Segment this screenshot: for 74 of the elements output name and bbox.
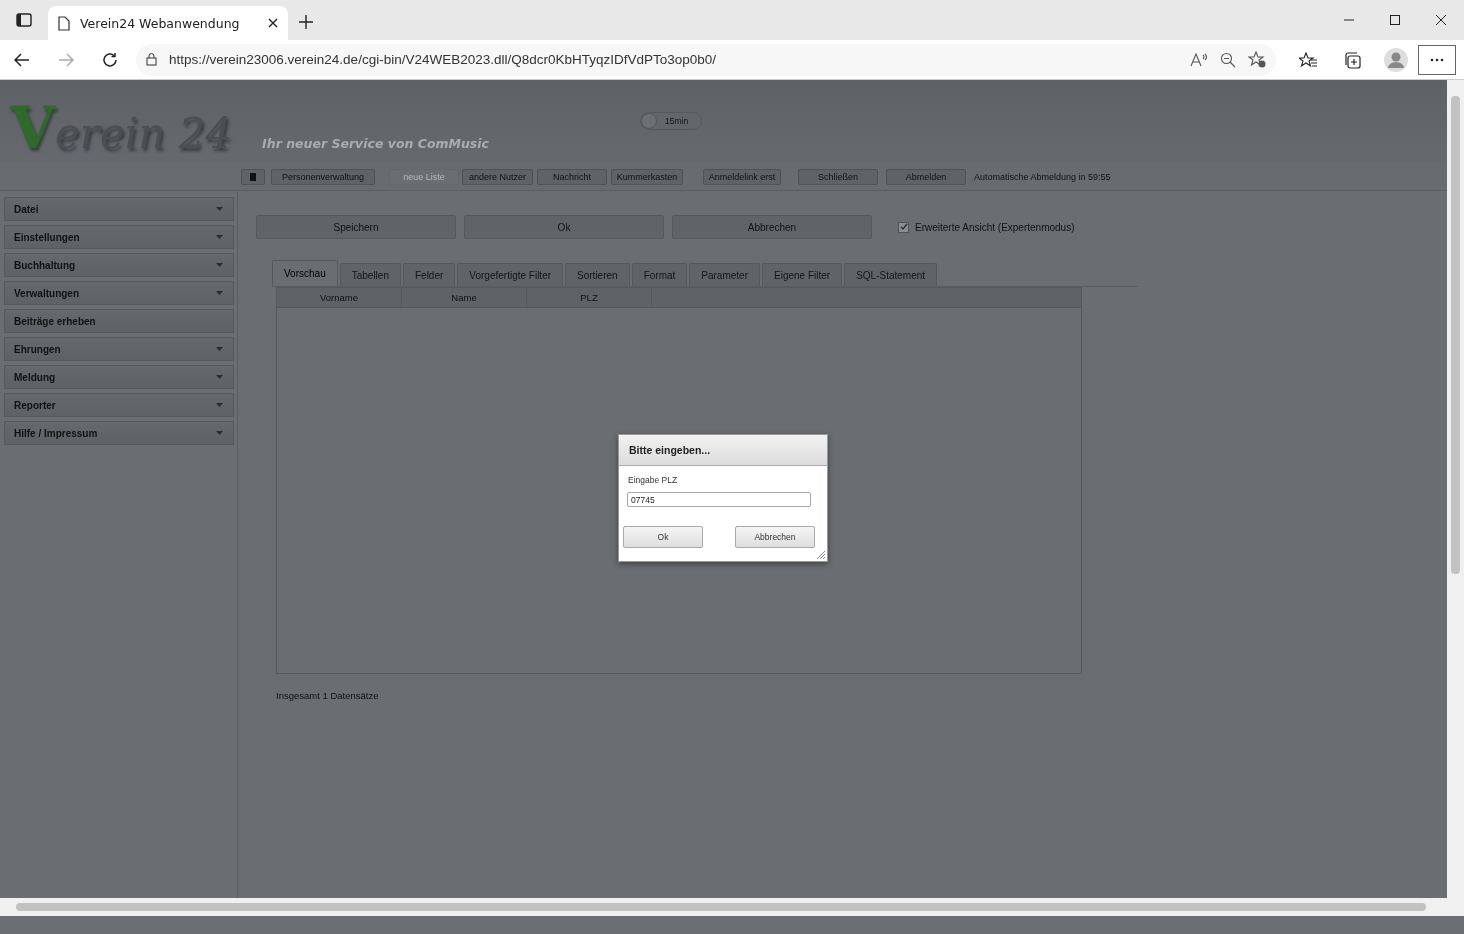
toolbar-button[interactable]: Abmelden <box>886 168 966 185</box>
collections-icon[interactable] <box>1343 50 1361 69</box>
caret-icon <box>216 403 223 407</box>
more-icon <box>1430 57 1444 62</box>
url-text: https://verein23006.verein24.de/cgi-bin/V24WEB2023.dll/Q8dcr0KbHTyqzIDfVdPTo3op0b0/ <box>169 52 718 67</box>
checkbox[interactable] <box>898 221 909 233</box>
lock-icon[interactable] <box>146 53 157 66</box>
input-field[interactable]: 07745 <box>627 492 811 507</box>
sidebar-item[interactable]: Datei <box>4 197 234 221</box>
sidebar-item[interactable]: Einstellungen <box>4 225 234 249</box>
toolbar-button[interactable]: Nachricht <box>537 168 607 185</box>
browser-tab[interactable]: Verein24 Webanwendung <box>48 6 288 40</box>
tab-title: Verein24 Webanwendung <box>80 15 241 31</box>
sidebar-item[interactable]: Reporter <box>4 393 234 417</box>
dialog-button[interactable]: Abbrechen <box>735 526 815 548</box>
dialog-button[interactable]: Ok <box>623 526 703 548</box>
caret-icon <box>216 375 223 379</box>
horizontal-scrollbar[interactable] <box>0 898 1447 916</box>
caret-icon <box>216 207 223 211</box>
toolbar-button[interactable]: Anmeldelink erst <box>703 168 781 185</box>
address-bar[interactable]: https://verein23006.verein24.de/cgi-bin/V24WEB2023.dll/Q8dcr0KbHTyqzIDfVdPTo3op0b0/ <box>136 43 1276 76</box>
caret-icon <box>216 235 223 239</box>
column-header[interactable]: Vorname <box>277 288 402 307</box>
action-button[interactable]: Speichern <box>256 215 456 239</box>
sidebar-item[interactable]: Buchhaltung <box>4 253 234 277</box>
caret-icon <box>216 347 223 351</box>
tab[interactable]: Format <box>631 263 688 286</box>
caret-icon <box>216 291 223 295</box>
menu-button[interactable] <box>241 168 265 185</box>
caret-icon <box>216 263 223 267</box>
profile-icon[interactable] <box>1384 47 1408 72</box>
reload-icon[interactable] <box>102 51 118 68</box>
toolbar-button[interactable]: Kummerkasten <box>611 168 683 185</box>
tab[interactable]: Sortieren <box>565 263 630 286</box>
tab[interactable]: Tabellen <box>339 263 401 286</box>
resize-grip-icon[interactable] <box>817 551 825 559</box>
caret-icon <box>216 431 223 435</box>
plus-icon[interactable] <box>299 15 313 29</box>
sidebar-item[interactable]: Meldung <box>4 365 234 389</box>
tab[interactable]: Vorschau <box>272 260 338 286</box>
square-icon <box>250 172 256 181</box>
tab[interactable]: Parameter <box>689 263 760 286</box>
sidebar-item[interactable]: Hilfe / Impressum <box>4 421 234 445</box>
sidebar-item[interactable]: Ehrungen <box>4 337 234 361</box>
back-icon[interactable] <box>14 52 30 67</box>
slogan: Ihr neuer Service von ComMusic <box>262 136 489 151</box>
sidebar-icon[interactable] <box>16 13 32 27</box>
record-count: Insgesamt 1 Datensätze <box>276 690 380 701</box>
field-label: Eingabe PLZ <box>628 475 679 485</box>
add-favorite-icon[interactable] <box>1248 51 1266 68</box>
column-header[interactable]: PLZ <box>527 288 652 307</box>
toolbar-button[interactable]: Schließen <box>798 168 878 185</box>
more-button[interactable] <box>1418 44 1456 75</box>
tab[interactable]: Vorgefertigte Filter <box>457 263 564 286</box>
close-icon[interactable] <box>268 18 278 28</box>
zoom-out-icon[interactable] <box>1220 51 1236 68</box>
tab[interactable]: SQL-Statement <box>844 263 938 286</box>
action-button[interactable]: Abbrechen <box>672 215 872 239</box>
tab[interactable]: Eigene Filter <box>762 263 843 286</box>
sidebar-item[interactable]: Beiträge erheben <box>4 309 234 333</box>
checkbox-label: Erweiterte Ansicht (Expertenmodus) <box>915 221 1075 233</box>
vertical-scrollbar[interactable] <box>1447 80 1464 916</box>
timeout-toggle[interactable]: 15min <box>640 112 702 130</box>
page-icon <box>58 15 70 31</box>
sidebar-item[interactable]: Verwaltungen <box>4 281 234 305</box>
tab[interactable]: Felder <box>402 263 456 286</box>
favorites-icon[interactable] <box>1299 51 1317 68</box>
column-header[interactable]: Name <box>402 288 527 307</box>
dialog-title: Bitte eingeben... <box>619 435 827 466</box>
auto-logout-text: Automatische Abmeldung in 59:55 <box>974 171 1111 182</box>
toolbar-button[interactable]: andere Nutzer <box>462 168 533 185</box>
read-aloud-icon[interactable] <box>1190 52 1208 67</box>
action-button[interactable]: Ok <box>464 215 664 239</box>
toolbar-button[interactable]: Personenverwaltung <box>271 168 375 185</box>
